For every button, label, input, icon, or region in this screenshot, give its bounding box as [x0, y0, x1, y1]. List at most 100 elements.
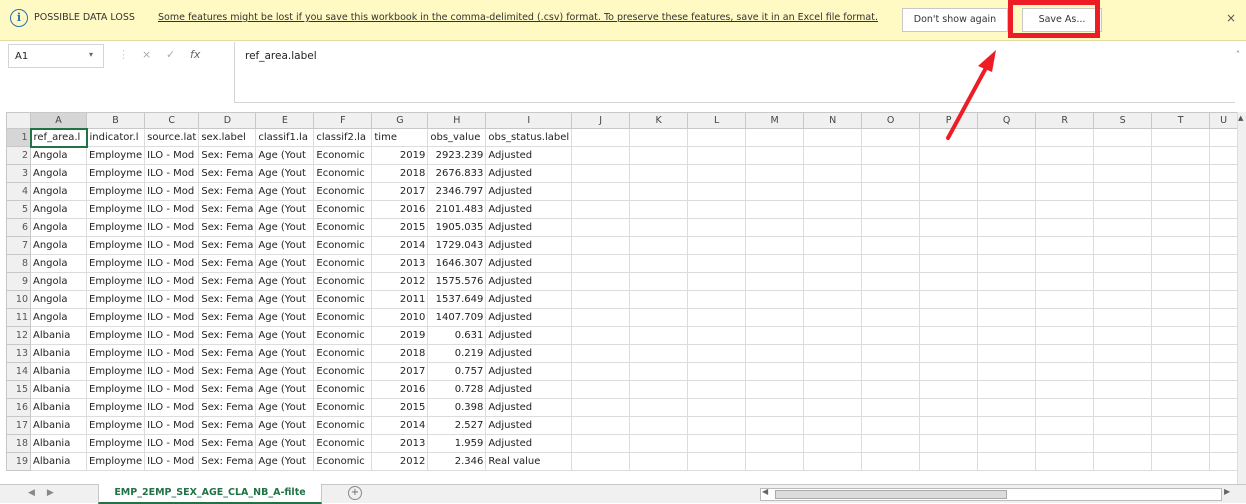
cell[interactable]: ILO - Mod	[144, 290, 200, 309]
cell[interactable]: source.lat	[144, 128, 200, 147]
cell[interactable]	[977, 398, 1037, 417]
cell[interactable]	[919, 362, 979, 381]
cell[interactable]	[919, 164, 979, 183]
cell[interactable]: 2016	[371, 380, 429, 399]
cell[interactable]	[1093, 452, 1153, 471]
cell[interactable]: Albania	[30, 434, 87, 453]
sheet-prev-icon[interactable]: ◀	[28, 488, 47, 498]
cell[interactable]	[1035, 290, 1095, 309]
cell[interactable]	[629, 344, 689, 363]
cell[interactable]: 2016	[371, 200, 429, 219]
column-header-k[interactable]: K	[629, 112, 689, 129]
column-header-r[interactable]: R	[1035, 112, 1095, 129]
cell[interactable]: Economic	[313, 272, 373, 291]
cell[interactable]	[745, 290, 805, 309]
cell[interactable]	[745, 416, 805, 435]
cell[interactable]	[1035, 218, 1095, 237]
enter-icon[interactable]: ✓	[166, 48, 175, 61]
cell[interactable]	[1209, 146, 1239, 165]
column-header-l[interactable]: L	[687, 112, 747, 129]
sheet-nav-arrows[interactable]: ◀▶	[28, 488, 66, 498]
cell[interactable]	[977, 308, 1037, 327]
cell[interactable]	[861, 164, 921, 183]
row-header[interactable]: 5	[6, 200, 31, 219]
cell[interactable]	[861, 146, 921, 165]
cell[interactable]	[919, 146, 979, 165]
cell[interactable]	[1035, 434, 1095, 453]
cell[interactable]	[861, 254, 921, 273]
cell[interactable]	[919, 452, 979, 471]
cell[interactable]: Age (Yout	[255, 434, 315, 453]
cell[interactable]	[977, 362, 1037, 381]
cell[interactable]: Age (Yout	[255, 452, 315, 471]
cell[interactable]	[629, 272, 689, 291]
cell[interactable]	[803, 290, 863, 309]
column-header-s[interactable]: S	[1093, 112, 1153, 129]
cell[interactable]	[977, 380, 1037, 399]
cell[interactable]	[977, 146, 1037, 165]
cell[interactable]: Employme	[85, 200, 146, 219]
cell[interactable]	[861, 344, 921, 363]
cell[interactable]	[1035, 398, 1095, 417]
cell[interactable]	[745, 308, 805, 327]
cell[interactable]	[803, 236, 863, 255]
cell[interactable]	[1151, 164, 1211, 183]
cell[interactable]: 1537.649	[427, 290, 487, 309]
cell[interactable]	[1209, 452, 1239, 471]
horizontal-scrollbar[interactable]	[760, 488, 1222, 501]
cell[interactable]: Economic	[313, 416, 373, 435]
cell[interactable]	[687, 218, 747, 237]
cell[interactable]	[571, 200, 631, 219]
cell[interactable]	[977, 452, 1037, 471]
cell[interactable]	[629, 398, 689, 417]
cell[interactable]	[629, 218, 689, 237]
cell[interactable]	[1151, 146, 1211, 165]
cell[interactable]	[803, 308, 863, 327]
cell[interactable]: 1646.307	[427, 254, 487, 273]
cell[interactable]	[1151, 254, 1211, 273]
cell[interactable]: Age (Yout	[255, 200, 315, 219]
cell[interactable]	[571, 146, 631, 165]
cell[interactable]	[919, 344, 979, 363]
cell[interactable]	[861, 128, 921, 147]
column-header-e[interactable]: E	[255, 112, 315, 129]
cell[interactable]: 2019	[371, 326, 429, 345]
close-icon[interactable]: ×	[1226, 11, 1236, 25]
cell[interactable]	[1035, 272, 1095, 291]
cell[interactable]: Albania	[30, 344, 87, 363]
cell[interactable]: Angola	[30, 272, 87, 291]
cell[interactable]	[803, 362, 863, 381]
cell[interactable]	[977, 326, 1037, 345]
cell[interactable]: Economic	[313, 398, 373, 417]
cell[interactable]	[745, 236, 805, 255]
cell[interactable]: Adjusted	[485, 146, 573, 165]
cell[interactable]	[629, 452, 689, 471]
cell[interactable]	[687, 308, 747, 327]
cell[interactable]: 2018	[371, 164, 429, 183]
cell[interactable]: Sex: Fema	[198, 308, 257, 327]
cell[interactable]	[571, 398, 631, 417]
cell[interactable]: Sex: Fema	[198, 272, 257, 291]
cell[interactable]: Adjusted	[485, 200, 573, 219]
cell[interactable]: 2012	[371, 272, 429, 291]
cell[interactable]	[629, 308, 689, 327]
cell[interactable]: 2.527	[427, 416, 487, 435]
row-header[interactable]: 18	[6, 434, 31, 453]
cell[interactable]	[1151, 200, 1211, 219]
cell[interactable]: Age (Yout	[255, 254, 315, 273]
cell[interactable]	[919, 236, 979, 255]
cell[interactable]	[1151, 344, 1211, 363]
cell[interactable]: Economic	[313, 326, 373, 345]
name-box[interactable]: A1 ▾	[8, 44, 104, 68]
cell[interactable]: Economic	[313, 146, 373, 165]
cell[interactable]: Adjusted	[485, 272, 573, 291]
cell[interactable]	[919, 218, 979, 237]
column-header-m[interactable]: M	[745, 112, 805, 129]
cell[interactable]	[861, 416, 921, 435]
cell[interactable]: Albania	[30, 452, 87, 471]
cell[interactable]: 0.757	[427, 362, 487, 381]
cell[interactable]: ILO - Mod	[144, 146, 200, 165]
column-header-i[interactable]: I	[485, 112, 573, 129]
cell[interactable]	[861, 326, 921, 345]
cell[interactable]: Employme	[85, 272, 146, 291]
